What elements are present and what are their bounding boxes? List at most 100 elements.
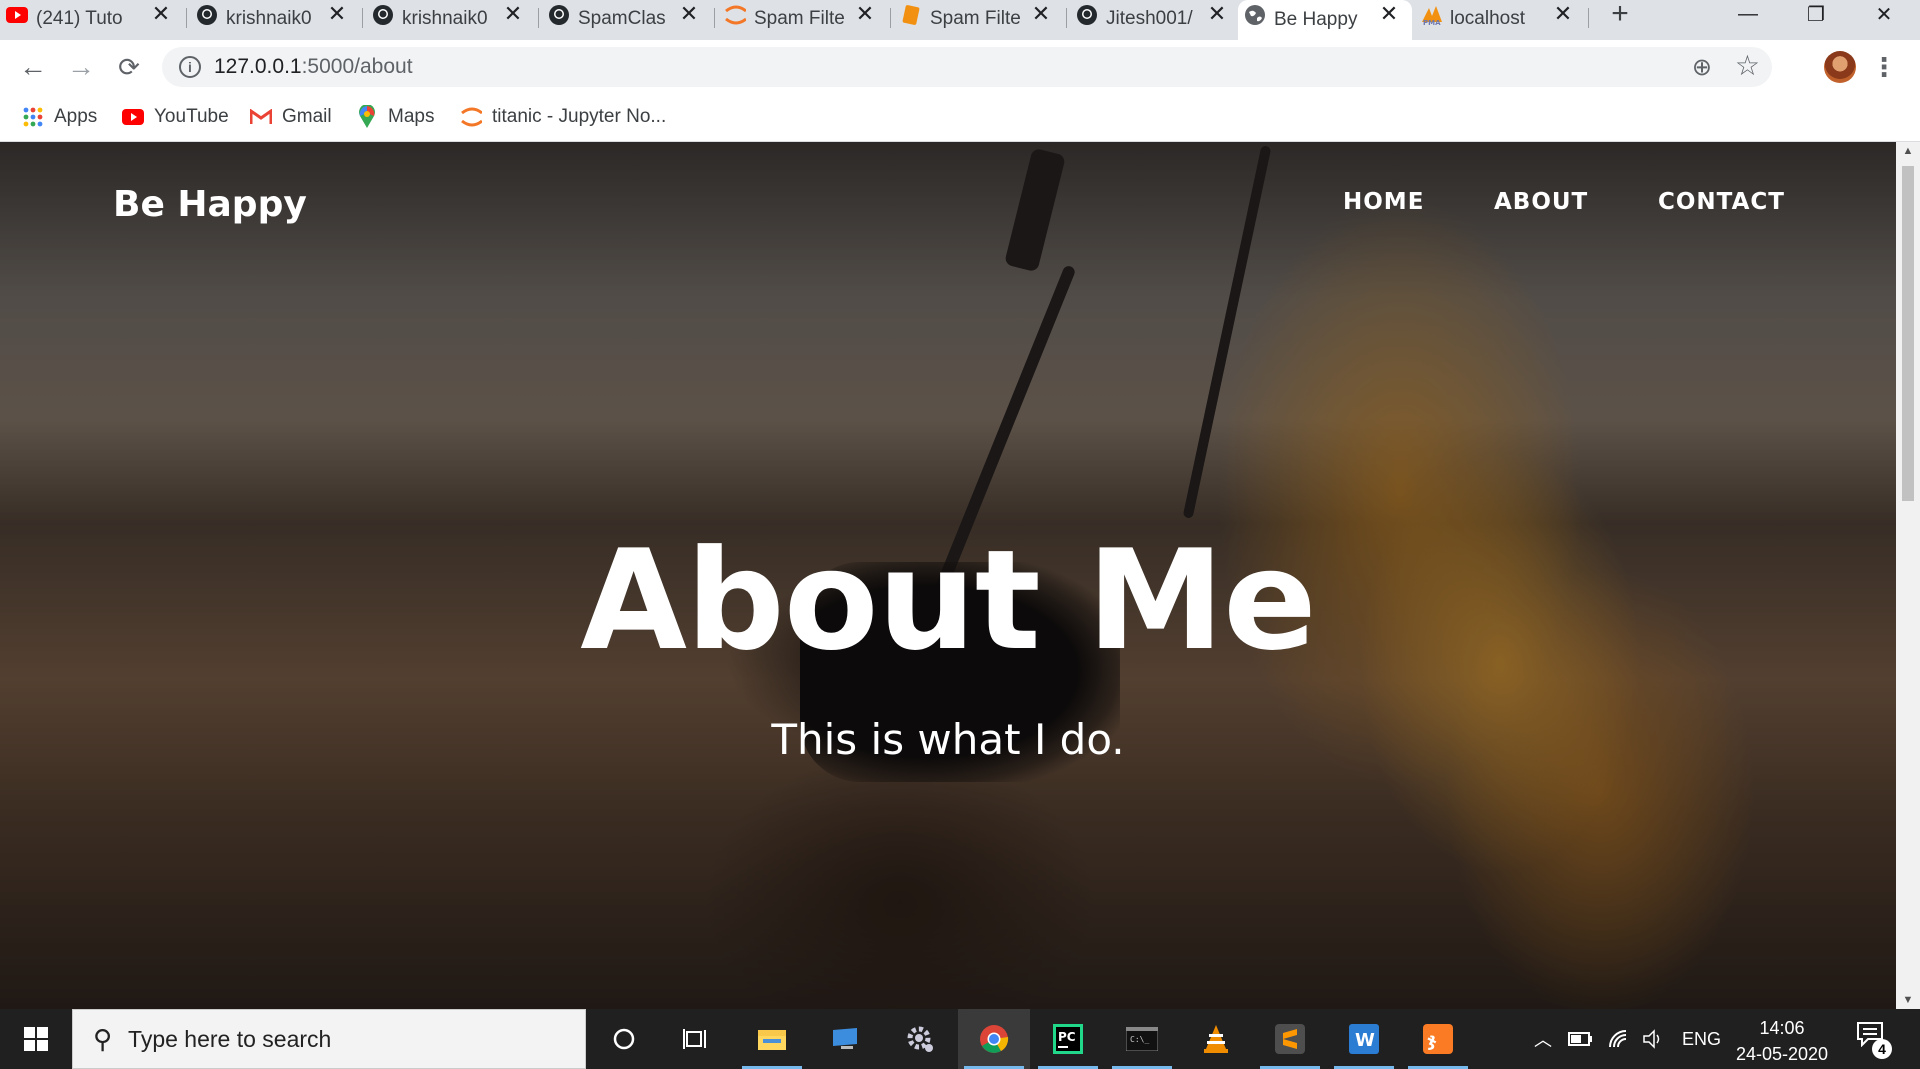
gmail-icon (250, 106, 272, 128)
windows-start-icon[interactable] (0, 1009, 72, 1069)
restore-button[interactable]: ❐ (1788, 0, 1844, 28)
search-icon: ⚲ (93, 1023, 113, 1054)
search-placeholder: Type here to search (128, 1025, 332, 1052)
bookmark-label: Apps (54, 106, 98, 127)
close-icon[interactable]: ✕ (1206, 0, 1228, 28)
tab-separator (1588, 8, 1589, 28)
svg-text:W: W (1355, 1030, 1375, 1051)
nav-link-about[interactable]: ABOUT (1494, 189, 1588, 215)
back-arrow-icon[interactable]: ← (14, 48, 52, 86)
globe-icon (1244, 4, 1266, 26)
tab-separator (362, 8, 363, 28)
new-tab-button[interactable]: + (1605, 0, 1635, 30)
browser-tab[interactable]: krishnaik0 ✕ (366, 0, 536, 38)
browser-tab[interactable]: Jitesh001/ ✕ (1070, 0, 1240, 38)
scroll-up-arrow-icon[interactable]: ▲ (1896, 142, 1920, 160)
close-icon[interactable]: ✕ (678, 0, 700, 28)
browser-tab[interactable]: SpamClas ✕ (542, 0, 712, 38)
bookmark-jupyter[interactable]: titanic - Jupyter No... (460, 102, 666, 132)
url-text[interactable]: 127.0.0.1:5000/about (214, 55, 413, 79)
windows-taskbar: ⚲ Type here to search PC C:\_ W ჯ ︿ ENG … (0, 1009, 1920, 1069)
tab-separator (538, 8, 539, 28)
browser-tab[interactable]: Spam Filte ✕ (718, 0, 888, 38)
svg-text:PMA: PMA (1423, 19, 1441, 26)
terminal-icon[interactable]: C:\_ (1106, 1009, 1178, 1069)
site-brand-link[interactable]: Be Happy (113, 184, 307, 225)
close-icon[interactable]: ✕ (502, 0, 524, 28)
bookmark-star-icon[interactable]: ☆ (1735, 49, 1760, 82)
bookmark-label: titanic - Jupyter No... (492, 106, 667, 127)
volume-icon[interactable] (1642, 1009, 1666, 1069)
chrome-icon[interactable] (958, 1009, 1030, 1069)
phpmyadmin-icon: PMA (1420, 4, 1442, 26)
bookmark-label: Gmail (282, 106, 332, 127)
zoom-icon[interactable]: ⊕ (1692, 53, 1712, 82)
svg-text:PC: PC (1058, 1030, 1076, 1044)
taskbar-search-box[interactable]: ⚲ Type here to search (72, 1009, 586, 1069)
page-heading: About Me (580, 520, 1317, 681)
nav-link-contact[interactable]: CONTACT (1658, 189, 1785, 215)
reload-icon[interactable]: ⟳ (110, 48, 148, 86)
profile-avatar[interactable] (1824, 51, 1856, 83)
tab-strip: (241) Tuto ✕ krishnaik0 ✕ krishnaik0 ✕ S… (0, 0, 1920, 40)
scrollbar-thumb[interactable] (1902, 166, 1914, 501)
close-icon[interactable]: ✕ (1552, 0, 1574, 28)
bookmark-apps[interactable]: Apps (22, 102, 97, 132)
language-indicator[interactable]: ENG (1682, 1009, 1721, 1069)
settings-gear-icon[interactable] (884, 1009, 956, 1069)
cortana-icon[interactable] (588, 1009, 660, 1069)
vlc-icon[interactable] (1180, 1009, 1252, 1069)
close-icon[interactable]: ✕ (326, 0, 348, 28)
close-icon[interactable]: ✕ (854, 0, 876, 28)
tab-separator (1066, 8, 1067, 28)
jupyter-icon (724, 4, 746, 26)
close-icon[interactable]: ✕ (1030, 0, 1052, 28)
show-hidden-icons-chevron-icon[interactable]: ︿ (1534, 1009, 1556, 1069)
hero-section: Be Happy HOME ABOUT CONTACT About Me Thi… (0, 142, 1896, 1009)
scroll-down-arrow-icon[interactable]: ▼ (1896, 991, 1920, 1009)
browser-tab[interactable]: PMA localhost ✕ (1414, 0, 1586, 38)
wifi-icon[interactable] (1608, 1009, 1632, 1069)
close-icon[interactable]: ✕ (1378, 0, 1400, 28)
taskbar-clock[interactable]: 14:06 24-05-2020 (1722, 1015, 1842, 1067)
bookmark-youtube[interactable]: YouTube (122, 102, 229, 132)
sublime-text-icon[interactable] (1254, 1009, 1326, 1069)
bookmark-maps[interactable]: Maps (356, 102, 434, 132)
svg-text:ჯ: ჯ (1427, 1030, 1437, 1051)
github-icon (196, 4, 218, 26)
browser-tab-active[interactable]: Be Happy ✕ (1238, 0, 1412, 40)
file-explorer-icon[interactable] (736, 1009, 808, 1069)
action-center-icon[interactable]: 4 (1856, 1021, 1892, 1059)
notification-count-badge: 4 (1872, 1039, 1892, 1059)
tab-separator (714, 8, 715, 28)
browser-tab[interactable]: Spam Filte ✕ (894, 0, 1064, 38)
nav-link-home[interactable]: HOME (1343, 189, 1424, 215)
bookmark-gmail[interactable]: Gmail (250, 102, 332, 132)
task-view-icon[interactable] (660, 1009, 732, 1069)
window-close-button[interactable]: ✕ (1856, 0, 1912, 28)
youtube-icon (122, 106, 144, 128)
pycharm-icon[interactable]: PC (1032, 1009, 1104, 1069)
forward-arrow-icon[interactable]: → (62, 48, 100, 86)
remote-desktop-icon[interactable] (810, 1009, 882, 1069)
bookmark-label: YouTube (154, 106, 229, 127)
browser-toolbar: ← → ⟳ i 127.0.0.1:5000/about ⊕ ☆ ⋮ (0, 40, 1920, 94)
browser-tab[interactable]: (241) Tuto ✕ (0, 0, 184, 38)
youtube-icon (6, 4, 28, 26)
close-icon[interactable]: ✕ (150, 0, 172, 28)
github-icon (372, 4, 394, 26)
battery-icon[interactable] (1568, 1009, 1594, 1069)
clock-date: 24-05-2020 (1735, 1044, 1829, 1064)
svg-text:C:\_: C:\_ (1130, 1035, 1149, 1044)
page-viewport: Be Happy HOME ABOUT CONTACT About Me Thi… (0, 142, 1896, 1009)
info-icon[interactable]: i (179, 56, 201, 78)
page-scrollbar[interactable]: ▲ ▼ (1896, 142, 1920, 1009)
minimize-button[interactable]: ― (1720, 0, 1776, 28)
address-bar[interactable]: i 127.0.0.1:5000/about ⊕ ☆ (162, 47, 1772, 87)
browser-tab[interactable]: krishnaik0 ✕ (190, 0, 360, 38)
apps-grid-icon (22, 106, 44, 128)
xampp-icon[interactable]: ჯ (1402, 1009, 1474, 1069)
menu-kebab-icon[interactable]: ⋮ (1871, 49, 1897, 85)
word-icon[interactable]: W (1328, 1009, 1400, 1069)
github-icon (1076, 4, 1098, 26)
